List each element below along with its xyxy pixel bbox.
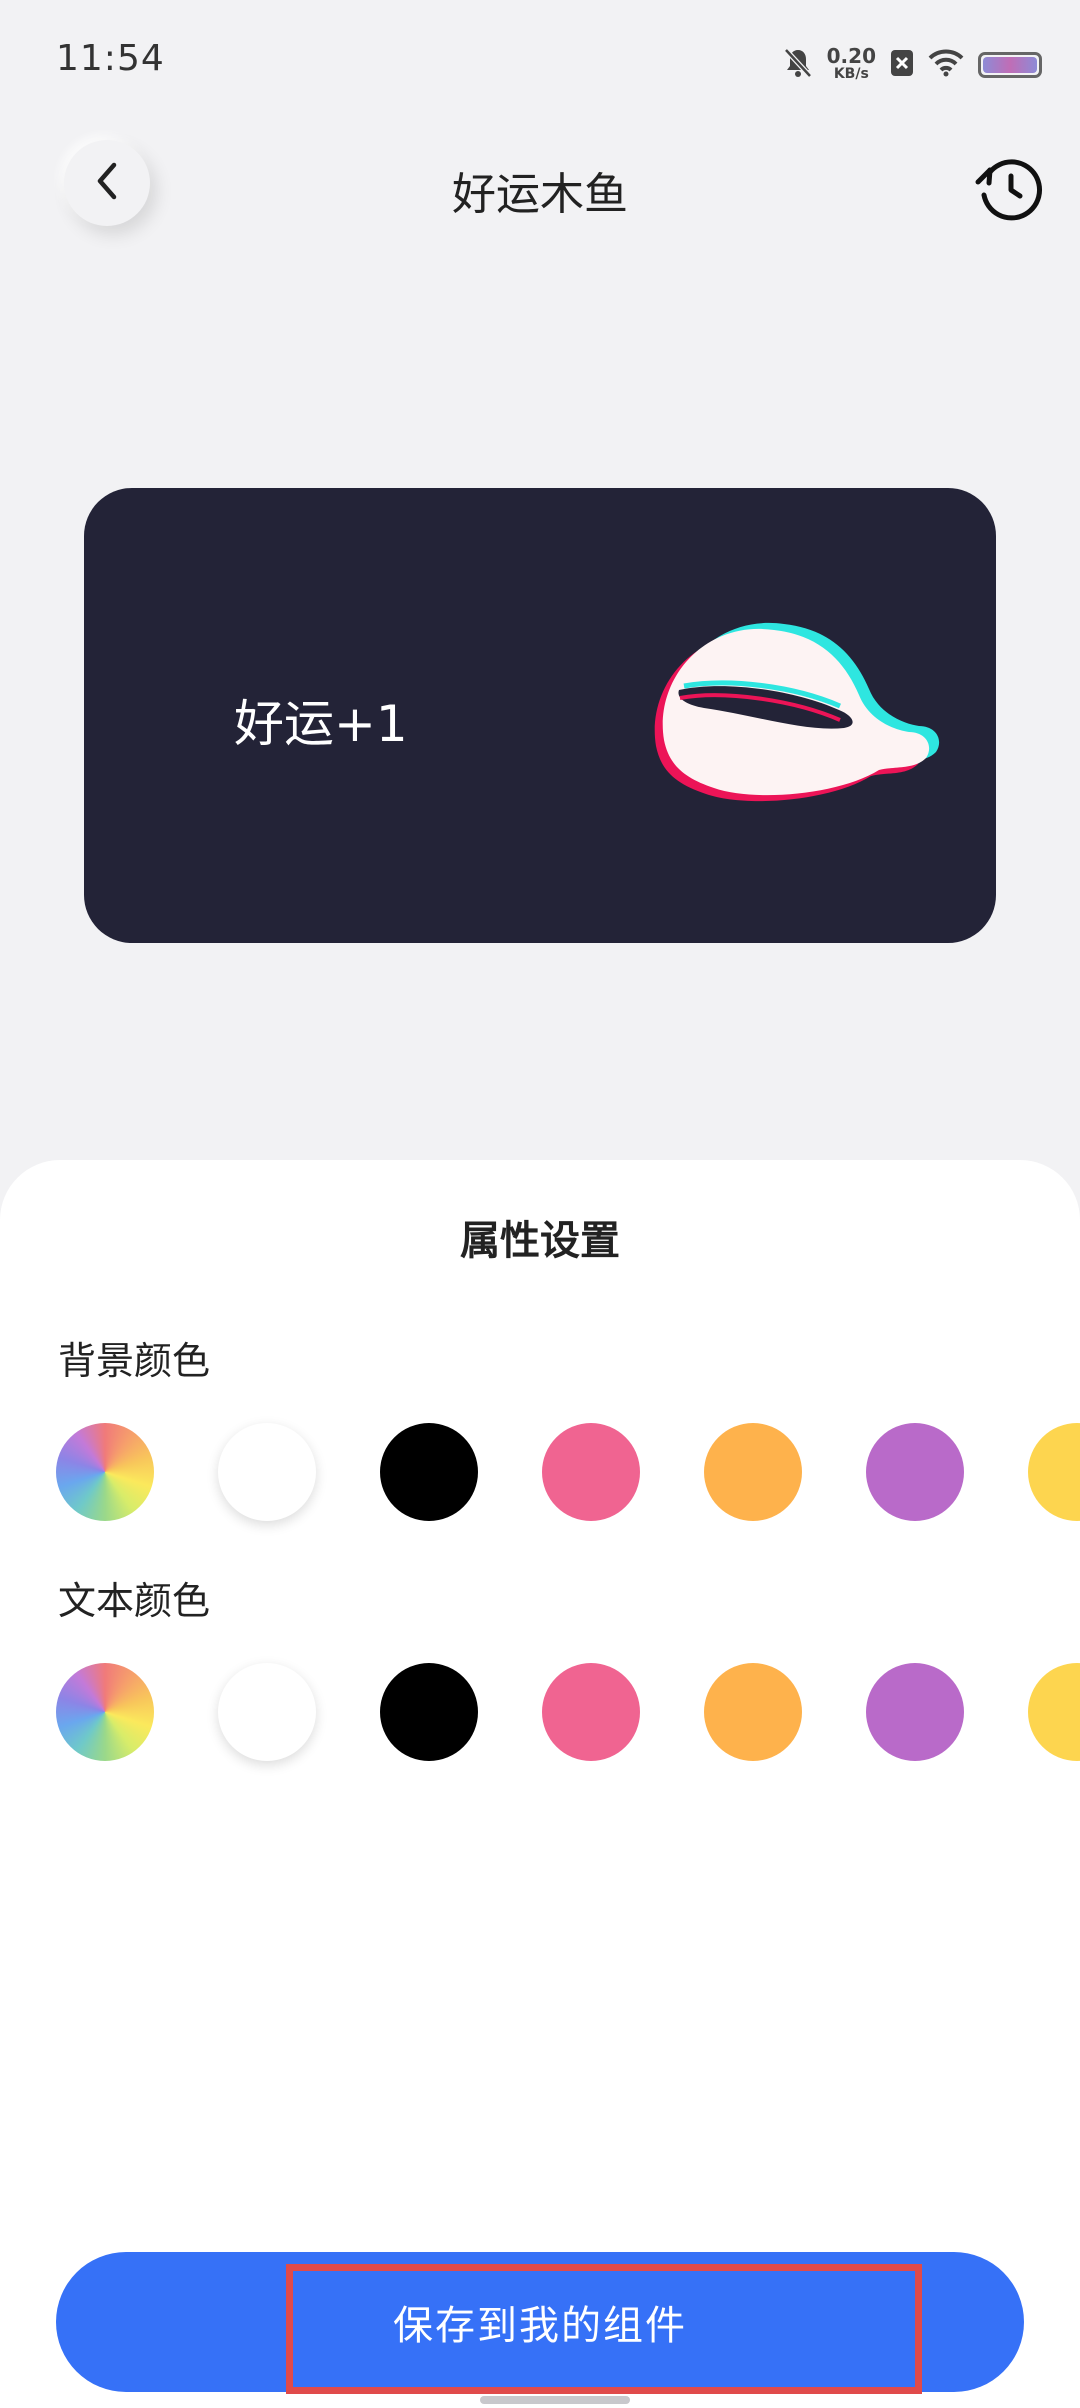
reset-button[interactable] — [970, 150, 1050, 230]
background-color-swatches — [56, 1423, 1080, 1523]
text-swatch-purple[interactable] — [866, 1663, 964, 1761]
widget-preview-card: 好运+1 — [84, 488, 996, 943]
status-bar: 11:54 0.20 KB/s — [0, 0, 1080, 120]
text-swatch-yellow[interactable] — [1028, 1663, 1080, 1761]
wifi-icon — [928, 49, 964, 81]
refresh-icon — [972, 150, 1048, 230]
wooden-fish-icon[interactable] — [644, 620, 984, 810]
battery-icon — [978, 52, 1042, 78]
net-speed: 0.20 KB/s — [826, 44, 876, 83]
page-title: 好运木鱼 — [452, 169, 628, 220]
clock: 11:54 — [56, 38, 165, 79]
background-swatch-black[interactable] — [380, 1423, 478, 1521]
background-swatch-orange[interactable] — [704, 1423, 802, 1521]
status-icons: 0.20 KB/s — [783, 40, 1042, 90]
text-swatch-white[interactable] — [218, 1663, 316, 1761]
net-speed-unit: KB/s — [833, 66, 869, 82]
background-color-label: 背景颜色 — [58, 1339, 211, 1383]
widget-preview-text: 好运+1 — [234, 695, 408, 753]
background-swatch-pink[interactable] — [542, 1423, 640, 1521]
text-swatch-pink[interactable] — [542, 1663, 640, 1761]
net-speed-value: 0.20 — [826, 44, 876, 68]
home-indicator — [480, 2396, 630, 2404]
sim-disabled-icon — [890, 49, 914, 81]
text-swatch-black[interactable] — [380, 1663, 478, 1761]
background-swatch-yellow[interactable] — [1028, 1423, 1080, 1521]
text-swatch-custom-rainbow[interactable] — [56, 1663, 154, 1761]
battery-fill — [983, 57, 1037, 73]
background-swatch-white[interactable] — [218, 1423, 316, 1521]
text-color-swatches — [56, 1663, 1080, 1763]
settings-sheet: 属性设置 背景颜色 文本颜色 — [0, 1160, 1080, 2408]
save-button-label: 保存到我的组件 — [393, 2303, 687, 2349]
background-swatch-purple[interactable] — [866, 1423, 964, 1521]
text-swatch-orange[interactable] — [704, 1663, 802, 1761]
text-color-label: 文本颜色 — [58, 1579, 211, 1623]
background-swatch-custom-rainbow[interactable] — [56, 1423, 154, 1521]
settings-title: 属性设置 — [460, 1218, 620, 1264]
bell-muted-icon — [783, 47, 813, 83]
